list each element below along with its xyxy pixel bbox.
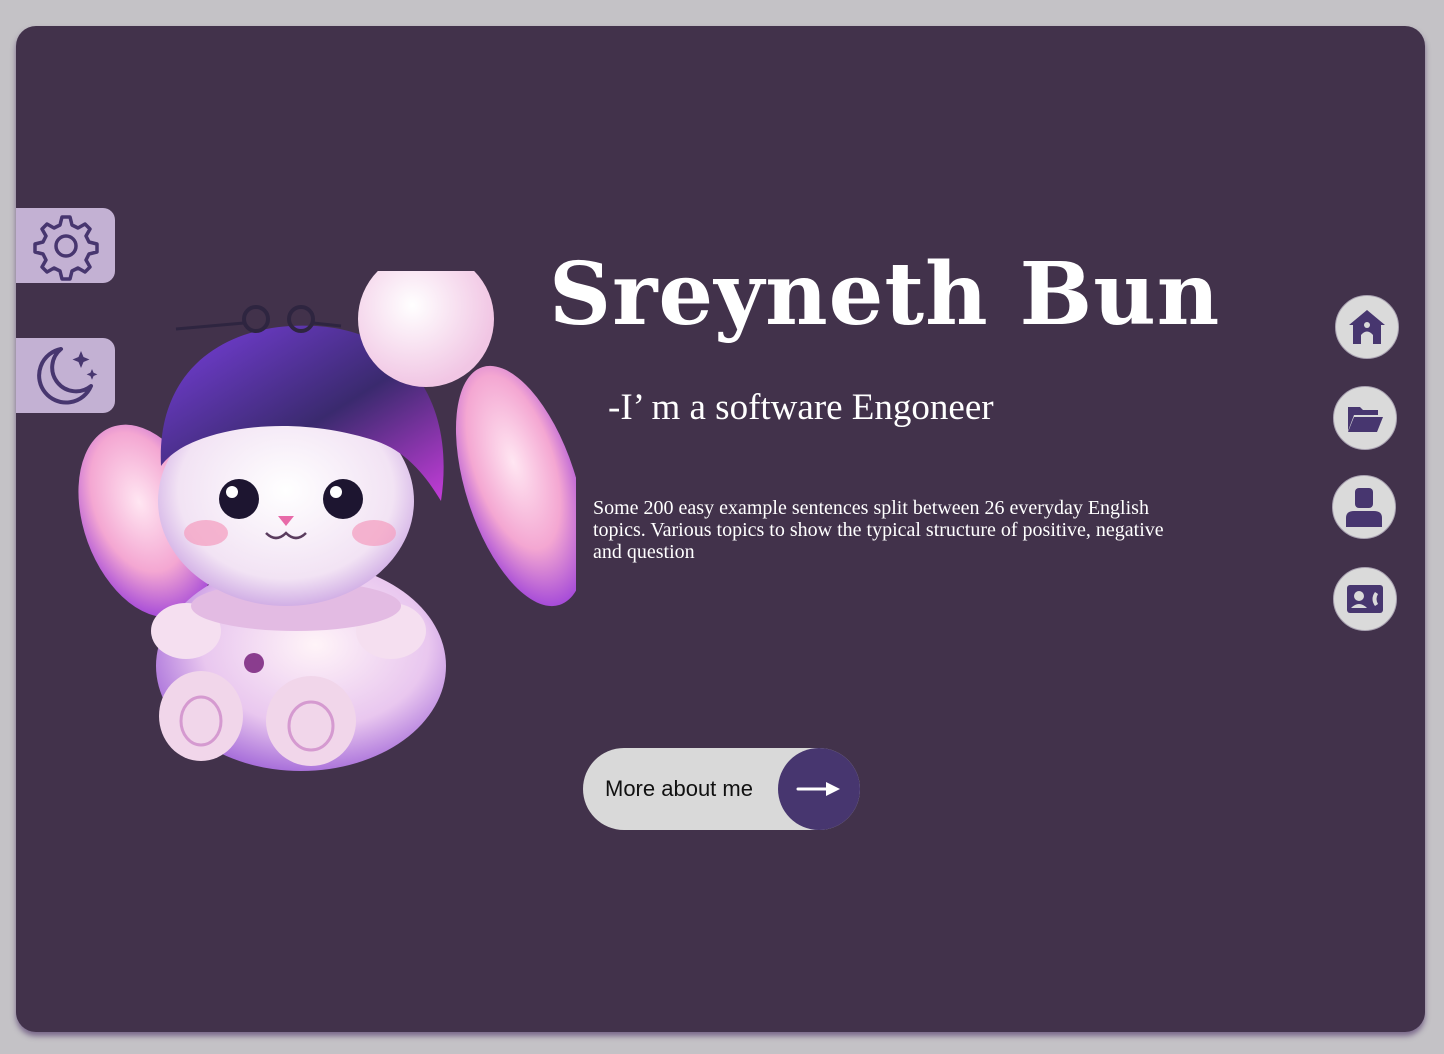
bunny-mascot-image [78,271,576,771]
more-about-me-button[interactable]: More about me [583,748,860,830]
home-icon [1349,310,1385,344]
contact-card-icon [1347,585,1383,613]
folder-open-icon [1348,407,1383,432]
more-about-me-label: More about me [605,776,753,801]
profile-name: Sreyneth Bun [549,244,1221,345]
arrow-right-icon [778,748,860,830]
nav-contact-button[interactable] [1333,567,1397,631]
nav-projects-button[interactable] [1333,386,1397,450]
user-icon [1346,488,1382,527]
gear-icon [32,214,99,281]
profile-role: -I’ m a software Engoneer [608,387,994,428]
main-card: Sreyneth Bun -I’ m a software Engoneer S… [16,26,1425,1032]
nav-home-button[interactable] [1335,295,1399,359]
profile-description: Some 200 easy example sentences split be… [593,497,1164,563]
nav-about-button[interactable] [1332,475,1396,539]
